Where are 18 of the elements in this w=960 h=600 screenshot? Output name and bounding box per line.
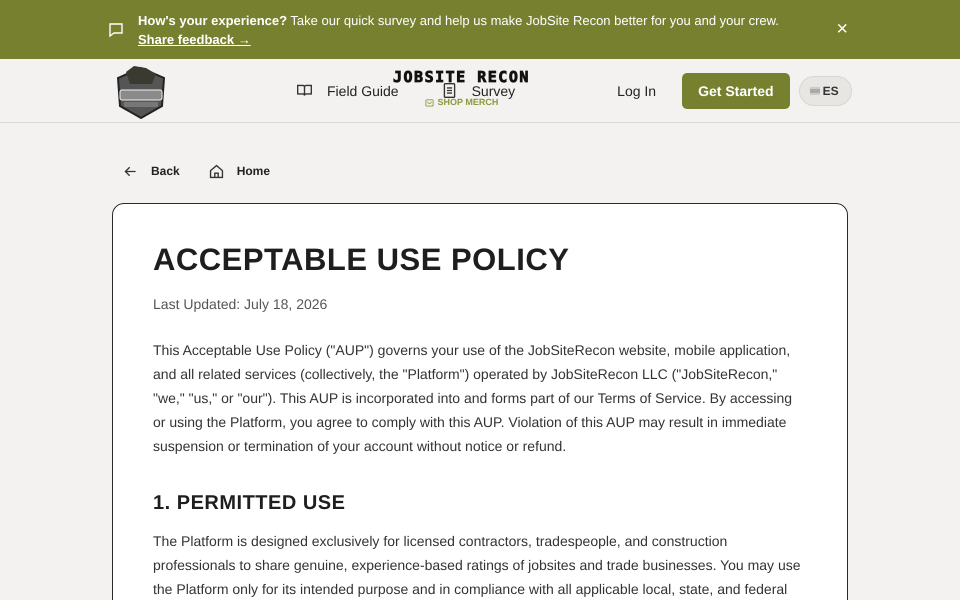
section-paragraph: The Platform is designed exclusively for licensed contractors, tradespeople, and construction professionals to share genuine, experience-based ratings of jobsites and trade businesses. You may use the Platform only for its intended purpose and in compliance with all applicable local, state, and federal [153,532,802,599]
banner-text: How's your experience? Take our quick survey and help us make JobSite Recon better for you and your crew. [138,12,779,28]
intro-paragraph: This Acceptable Use Policy ("AUP") governs your use of the JobSiteRecon website, mobile application, and all related services (collectively, the "Platform") operated by JobSiteRecon LLC ("JobSiteRecon," "we," "us," or "our"). This AUP is incorporated into and forms part of our Terms of Service. By accessing or using the Platform, you agree to comply with this AUP. Violation of this AUP may result in immediate suspension or termination of your account without notice or refund. [153,341,794,456]
login-button[interactable]: Log In [617,82,656,98]
home-link[interactable]: Home [208,161,270,181]
shopping-bag-icon [424,98,434,106]
chat-icon [108,22,124,38]
section-heading: 1. PERMITTED USE [153,492,346,515]
home-icon [208,162,225,180]
page-title: ACCEPTABLE USE POLICY [153,242,570,278]
flag-icon [810,86,820,94]
last-updated-text: Last Updated: July 18, 2026 [153,296,328,312]
language-button[interactable]: ES [798,76,852,106]
clipboard-icon [440,82,458,99]
get-started-button[interactable]: Get Started [682,72,790,108]
close-button[interactable]: × [836,18,848,41]
share-feedback-link[interactable]: Share feedback → [138,32,251,46]
back-link[interactable]: Back [122,161,180,181]
